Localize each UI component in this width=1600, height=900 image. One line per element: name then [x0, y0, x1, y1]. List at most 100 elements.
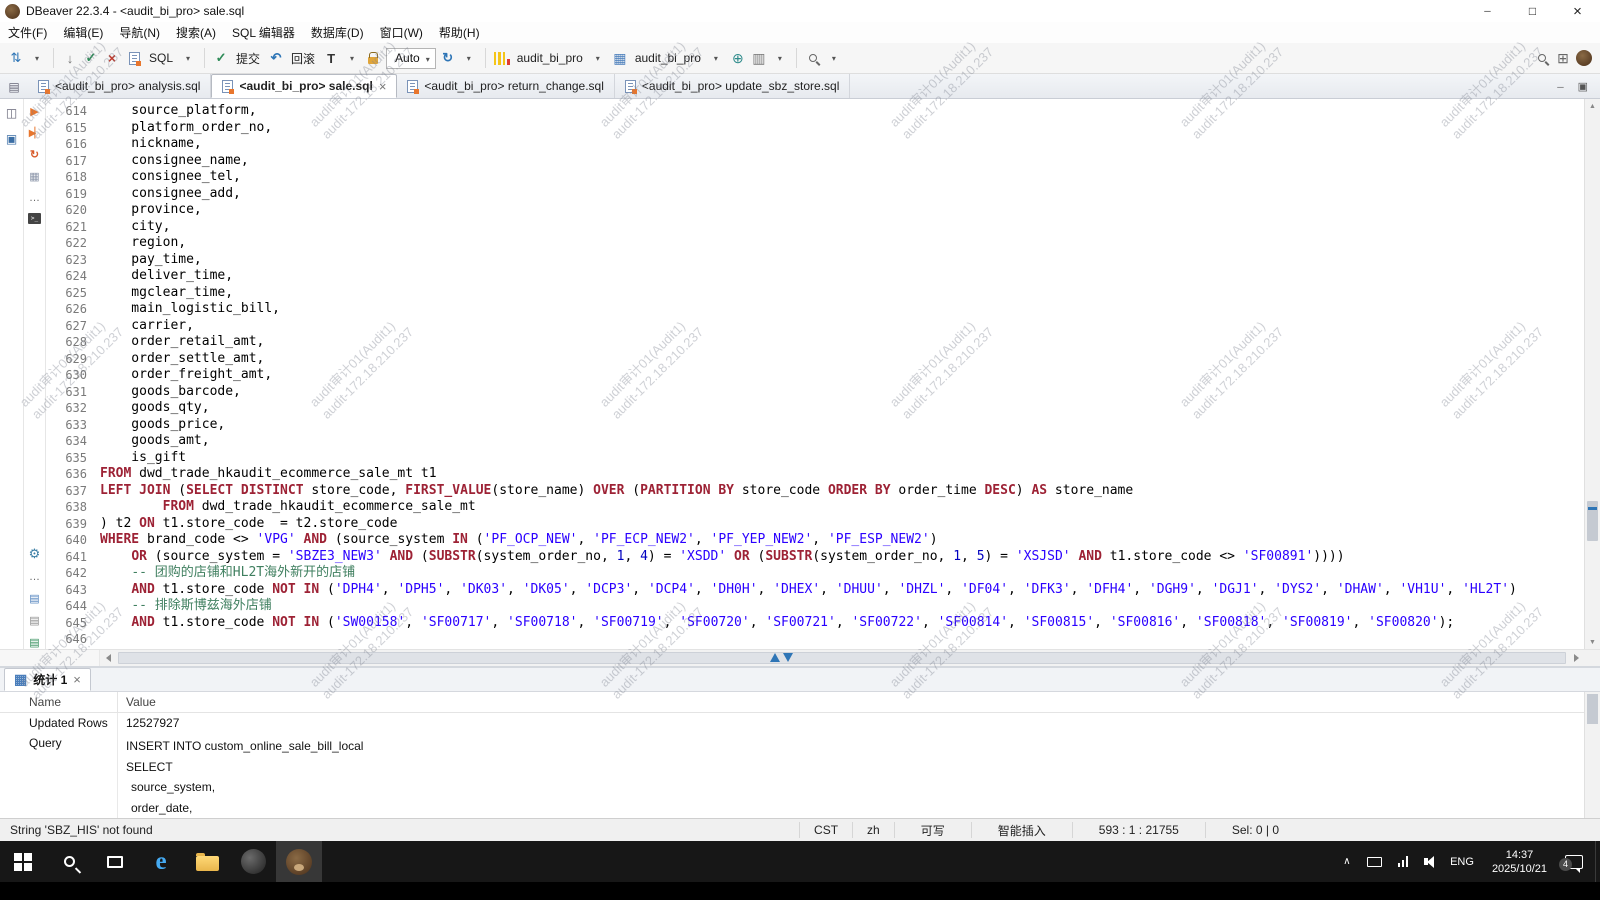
code-line[interactable]: 631 goods_barcode,: [46, 384, 1584, 401]
code-line[interactable]: 628 order_retail_amt,: [46, 334, 1584, 351]
file-icon[interactable]: [29, 614, 39, 627]
column-header-value[interactable]: Value: [118, 692, 1584, 712]
code-line[interactable]: 640WHERE brand_code <> 'VPG' AND (source…: [46, 532, 1584, 549]
taskbar-edge-button[interactable]: e: [138, 841, 184, 882]
code-line[interactable]: 643 AND t1.store_code NOT IN ('DPH4', 'D…: [46, 582, 1584, 599]
execute-script-icon[interactable]: [29, 127, 40, 139]
code-line[interactable]: 617 consignee_name,: [46, 153, 1584, 170]
tray-expand-icon[interactable]: [1335, 841, 1358, 882]
database-navigator-icon[interactable]: [6, 130, 17, 148]
more-actions-icon[interactable]: [29, 192, 40, 204]
scroll-up-arrow-icon[interactable]: ▲: [1585, 99, 1600, 113]
sql-code-editor[interactable]: 614 source_platform,615 platform_order_n…: [46, 99, 1584, 649]
sync-icon[interactable]: [82, 48, 100, 68]
minimize-button[interactable]: [1465, 0, 1510, 22]
code-line[interactable]: 629 order_settle_amt,: [46, 351, 1584, 368]
status-insert-mode[interactable]: 智能插入: [971, 822, 1072, 838]
code-line[interactable]: 614 source_platform,: [46, 103, 1584, 120]
sql-console-icon[interactable]: >_: [28, 213, 41, 224]
taskbar-search-button[interactable]: [46, 841, 92, 882]
close-button[interactable]: [1555, 0, 1600, 22]
code-line[interactable]: 630 order_freight_amt,: [46, 367, 1584, 384]
tab-close-icon[interactable]: [73, 672, 81, 687]
tray-volume-button[interactable]: [1416, 841, 1442, 882]
code-line[interactable]: 624 deliver_time,: [46, 268, 1584, 285]
chevron-down-icon[interactable]: [28, 48, 46, 68]
chevron-down-icon[interactable]: [825, 48, 843, 68]
taskbar-app-button[interactable]: [230, 841, 276, 882]
code-line[interactable]: 633 goods_price,: [46, 417, 1584, 434]
maximize-button[interactable]: [1510, 0, 1555, 22]
layout-icon[interactable]: [750, 48, 768, 68]
rollback-button[interactable]: 回滚: [265, 48, 320, 68]
chevron-down-icon[interactable]: [343, 48, 361, 68]
code-line[interactable]: 645 AND t1.store_code NOT IN ('SW00158',…: [46, 615, 1584, 632]
code-line[interactable]: 632 goods_qty,: [46, 400, 1584, 417]
code-line[interactable]: 627 carrier,: [46, 318, 1584, 335]
menu-sql-editor[interactable]: SQL 编辑器: [224, 22, 303, 43]
execute-statement-icon[interactable]: [30, 105, 38, 118]
menu-navigate[interactable]: 导航(N): [111, 22, 168, 43]
tab-close-icon[interactable]: [379, 79, 387, 94]
quick-search-icon[interactable]: [1538, 54, 1546, 62]
horizontal-scrollbar[interactable]: [0, 649, 1600, 666]
output-log-icon[interactable]: [29, 592, 39, 605]
code-line[interactable]: 638 FROM dwd_trade_hkaudit_ecommerce_sal…: [46, 499, 1584, 516]
tray-display-button[interactable]: [1359, 841, 1390, 882]
settings-gear-icon[interactable]: [29, 546, 41, 562]
perspective-icon[interactable]: [1554, 48, 1572, 68]
editor-list-icon[interactable]: [0, 80, 28, 98]
minimize-view-icon[interactable]: [1557, 79, 1563, 93]
search-icon[interactable]: [809, 54, 817, 62]
code-line[interactable]: 646: [46, 631, 1584, 648]
tab-return-change-sql[interactable]: <audit_bi_pro> return_change.sql: [397, 74, 614, 98]
code-line[interactable]: 619 consignee_add,: [46, 186, 1584, 203]
tab-analysis-sql[interactable]: <audit_bi_pro> analysis.sql: [28, 74, 211, 98]
column-header-name[interactable]: Name: [0, 692, 118, 712]
scrollbar-thumb[interactable]: [1587, 694, 1598, 724]
cancel-icon[interactable]: [103, 48, 121, 68]
commit-button[interactable]: 提交: [210, 48, 265, 68]
sql-menu-button[interactable]: SQL: [123, 48, 199, 68]
network-icon[interactable]: [729, 48, 747, 68]
status-writable[interactable]: 可写: [894, 822, 971, 838]
menu-edit[interactable]: 编辑(E): [55, 22, 111, 43]
code-line[interactable]: 641 OR (source_system = 'SBZE3_NEW3' AND…: [46, 549, 1584, 566]
code-line[interactable]: 622 region,: [46, 235, 1584, 252]
code-line[interactable]: 615 platform_order_no,: [46, 120, 1584, 137]
code-line[interactable]: 644 -- 排除斯博兹海外店铺: [46, 598, 1584, 615]
explain-plan-icon[interactable]: [29, 170, 39, 183]
taskbar-clock[interactable]: 14:37 2025/10/21: [1482, 841, 1557, 882]
menu-help[interactable]: 帮助(H): [431, 22, 488, 43]
menu-file[interactable]: 文件(F): [0, 22, 55, 43]
menu-window[interactable]: 窗口(W): [372, 22, 431, 43]
chevron-down-icon[interactable]: [460, 48, 478, 68]
code-line[interactable]: 621 city,: [46, 219, 1584, 236]
schema-selector[interactable]: audit_bi_pro: [609, 48, 727, 68]
tray-network-button[interactable]: [1390, 841, 1417, 882]
tab-sale-sql[interactable]: <audit_bi_pro> sale.sql: [211, 74, 397, 98]
taskbar-explorer-button[interactable]: [184, 841, 230, 882]
start-button[interactable]: [0, 841, 46, 882]
scroll-left-button[interactable]: [100, 650, 116, 666]
code-line[interactable]: 642 -- 团购的店铺和HL2T海外新开的店铺: [46, 565, 1584, 582]
save-file-icon[interactable]: [29, 636, 39, 649]
new-sql-editor-icon[interactable]: [7, 48, 25, 68]
statistics-scrollbar[interactable]: [1584, 692, 1600, 818]
save-icon[interactable]: [61, 48, 79, 68]
menu-search[interactable]: 搜索(A): [168, 22, 224, 43]
scroll-right-button[interactable]: [1568, 650, 1584, 666]
scroll-down-arrow-icon[interactable]: ▼: [1585, 635, 1600, 649]
maximize-view-icon[interactable]: [1578, 79, 1588, 93]
show-desktop-button[interactable]: [1595, 841, 1600, 882]
code-line[interactable]: 635 is_gift: [46, 450, 1584, 467]
taskbar-dbeaver-button[interactable]: [276, 841, 322, 882]
more-actions-icon[interactable]: [29, 571, 40, 583]
code-line[interactable]: 620 province,: [46, 202, 1584, 219]
task-view-button[interactable]: [92, 841, 138, 882]
action-center-button[interactable]: 4: [1557, 841, 1591, 882]
table-row[interactable]: Query INSERT INTO custom_online_sale_bil…: [0, 733, 1584, 818]
connection-selector[interactable]: audit_bi_pro: [491, 48, 609, 68]
refresh-icon[interactable]: [439, 48, 457, 68]
transaction-mode-icon[interactable]: [322, 48, 340, 68]
